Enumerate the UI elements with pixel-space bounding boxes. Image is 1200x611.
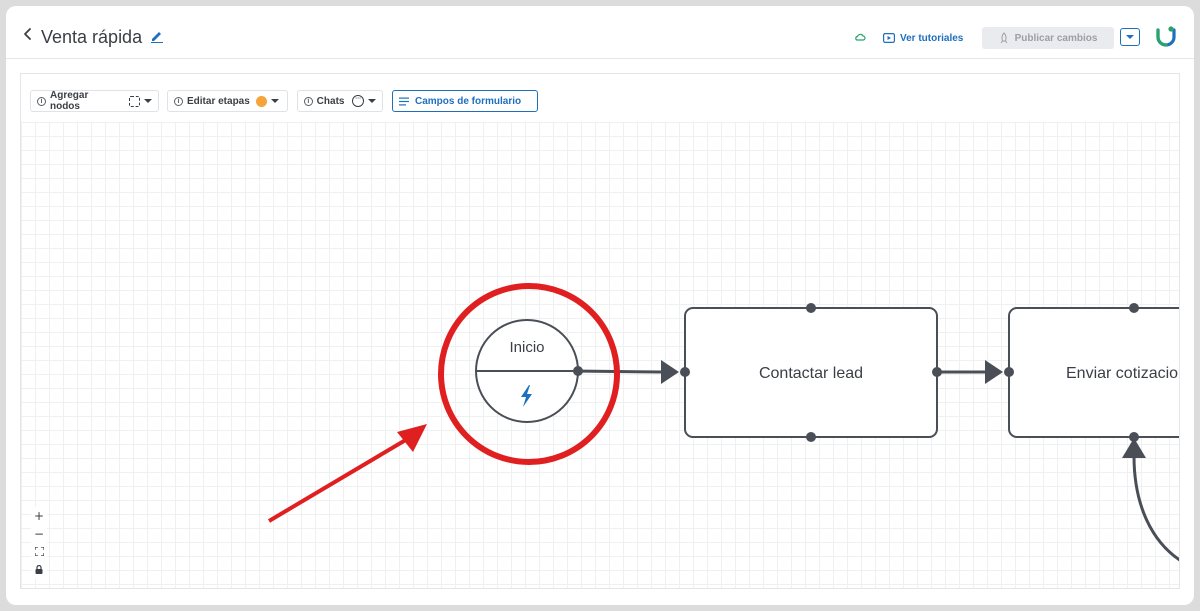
chevron-down-icon <box>1126 35 1134 39</box>
zoom-out-button[interactable]: − <box>31 525 47 543</box>
header-bar: Venta rápida Ver tutoriales Publicar cam… <box>6 6 1194 59</box>
quote-left-handle[interactable] <box>1004 367 1014 377</box>
publish-options-button[interactable] <box>1120 28 1140 46</box>
start-node-label: Inicio <box>509 339 544 356</box>
zoom-in-button[interactable]: + <box>31 507 47 525</box>
send-quote-label: Enviar cotizacio <box>1066 365 1178 382</box>
contact-top-handle[interactable] <box>806 303 816 313</box>
back-arrow-icon[interactable] <box>20 26 36 42</box>
annotation-arrow-shaft <box>267 436 411 523</box>
lock-icon <box>35 564 43 574</box>
annotation-arrowhead <box>397 424 427 452</box>
quote-top-handle[interactable] <box>1129 303 1139 313</box>
flow-canvas[interactable]: i Agregar nodos i Editar etapas i Chats … <box>20 73 1180 589</box>
arrowhead-contact <box>661 360 679 384</box>
contact-bottom-handle[interactable] <box>806 432 816 442</box>
page-title: Venta rápida <box>41 27 143 47</box>
contact-right-handle[interactable] <box>932 367 942 377</box>
brand-logo <box>1156 26 1176 47</box>
fit-view-icon <box>33 546 45 557</box>
app-window: Venta rápida Ver tutoriales Publicar cam… <box>6 6 1194 605</box>
flow-diagram: Inicio Contactar lead Enviar cotizacio <box>267 283 1180 562</box>
cloud-saved-icon <box>855 33 866 41</box>
contact-lead-node[interactable]: Contactar lead <box>680 303 942 442</box>
arrowhead-quote <box>985 360 1003 384</box>
quote-bottom-handle[interactable] <box>1129 432 1139 442</box>
start-output-handle[interactable] <box>573 366 583 376</box>
zoom-controls: + − <box>31 507 47 579</box>
edge-loop-into-quote <box>1132 455 1179 562</box>
tutorials-link[interactable]: Ver tutoriales <box>883 30 963 46</box>
contact-left-handle[interactable] <box>680 367 690 377</box>
video-icon <box>883 33 895 43</box>
publish-label: Publicar cambios <box>1014 32 1098 44</box>
start-node[interactable]: Inicio <box>475 319 583 423</box>
publish-button[interactable]: Publicar cambios <box>982 27 1114 49</box>
lock-button[interactable] <box>31 561 47 579</box>
send-quote-node[interactable]: Enviar cotizacio <box>1004 303 1180 442</box>
pencil-icon[interactable] <box>150 29 164 43</box>
fit-view-button[interactable] <box>31 543 47 561</box>
tutorials-label: Ver tutoriales <box>900 32 964 44</box>
rocket-icon <box>1000 32 1007 44</box>
contact-lead-label: Contactar lead <box>759 365 863 382</box>
